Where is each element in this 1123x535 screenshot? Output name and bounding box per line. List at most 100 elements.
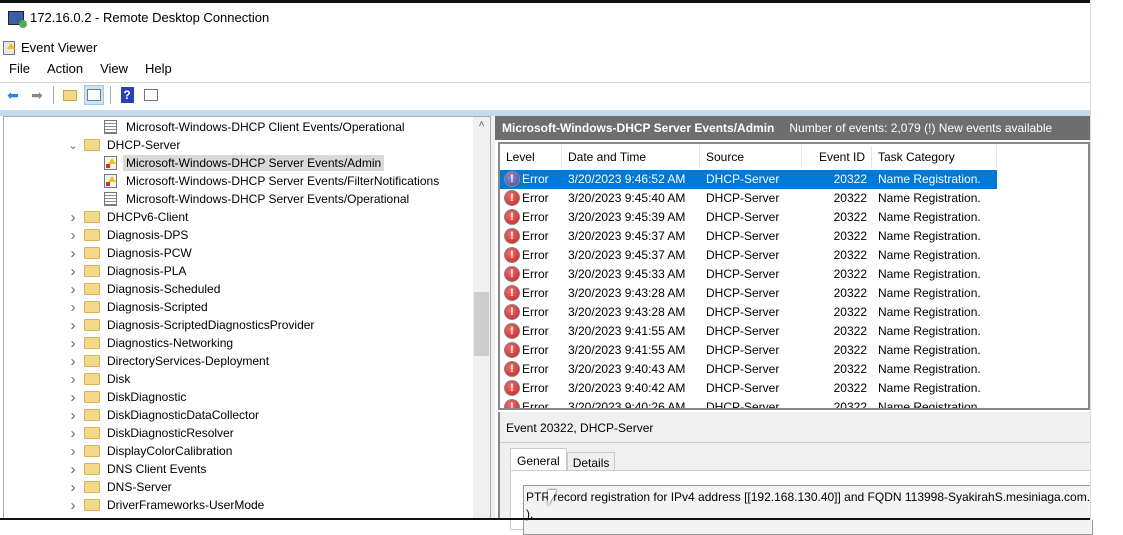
- event-description[interactable]: PTR record registration for IPv4 address…: [523, 485, 1093, 535]
- event-row[interactable]: ! Error 3/20/2023 9:45:40 AM DHCP-Server 203…: [500, 189, 997, 208]
- tree-item-label: Disk: [107, 372, 131, 386]
- tree-item[interactable]: Microsoft-Windows-DHCP Server Events/Adm…: [104, 154, 385, 172]
- event-date: 3/20/2023 9:46:52 AM: [568, 172, 686, 186]
- tree-item[interactable]: Microsoft-Windows-DHCP Client Events/Ope…: [104, 118, 408, 136]
- chevron-right-icon[interactable]: ›: [68, 281, 78, 298]
- event-id: 20322: [833, 267, 867, 281]
- column-header-task-category[interactable]: Task Category: [872, 146, 997, 168]
- event-task-category: Name Registration.: [878, 172, 981, 186]
- tree-item-label: Diagnosis-PLA: [107, 264, 187, 278]
- event-row[interactable]: ! Error 3/20/2023 9:43:28 AM DHCP-Server 203…: [500, 284, 997, 303]
- chevron-right-icon[interactable]: ›: [68, 389, 78, 406]
- pane-splitter[interactable]: [491, 116, 495, 520]
- event-level: Error: [522, 305, 549, 319]
- tree-item-label: DNS-Server: [107, 480, 172, 494]
- event-row[interactable]: ! Error 3/20/2023 9:40:43 AM DHCP-Server 203…: [500, 360, 997, 379]
- chevron-right-icon[interactable]: ›: [68, 443, 78, 460]
- tree-item-label: Diagnosis-ScriptedDiagnosticsProvider: [107, 318, 315, 332]
- tree-item[interactable]: › Diagnosis-Scheduled: [71, 280, 223, 298]
- divider: [0, 82, 1090, 83]
- tree-item[interactable]: › Diagnosis-PLA: [71, 262, 189, 280]
- scrollbar-thumb[interactable]: [474, 292, 489, 356]
- folder-icon: [84, 139, 100, 151]
- tree-item[interactable]: › DNS Client Events: [71, 460, 209, 478]
- chevron-right-icon[interactable]: ›: [68, 227, 78, 244]
- tree-item[interactable]: › Disk: [71, 370, 133, 388]
- tree-item[interactable]: › DisplayColorCalibration: [71, 442, 235, 460]
- event-row[interactable]: ! Error 3/20/2023 9:40:42 AM DHCP-Server 203…: [500, 379, 997, 398]
- event-id: 20322: [833, 210, 867, 224]
- chevron-right-icon[interactable]: ›: [68, 335, 78, 352]
- event-row[interactable]: ! Error 3/20/2023 9:41:55 AM DHCP-Server 203…: [500, 341, 997, 360]
- chevron-right-icon[interactable]: ›: [68, 317, 78, 334]
- chevron-right-icon[interactable]: ›: [68, 407, 78, 424]
- event-row[interactable]: ! Error 3/20/2023 9:45:33 AM DHCP-Server 203…: [500, 265, 997, 284]
- folder-icon: [84, 481, 100, 493]
- event-row[interactable]: ! Error 3/20/2023 9:40:26 AM DHCP-Server 203…: [500, 398, 997, 408]
- column-header-date[interactable]: Date and Time: [562, 146, 700, 168]
- chevron-right-icon[interactable]: ›: [68, 209, 78, 226]
- tree-item[interactable]: Microsoft-Windows-DHCP Server Events/Fil…: [104, 172, 442, 190]
- tree-item[interactable]: › DirectoryServices-Deployment: [71, 352, 272, 370]
- event-level: Error: [522, 286, 549, 300]
- chevron-right-icon[interactable]: ›: [68, 353, 78, 370]
- column-header-level[interactable]: Level: [500, 146, 562, 168]
- event-task-category: Name Registration.: [878, 210, 981, 224]
- chevron-right-icon[interactable]: ›: [68, 371, 78, 388]
- action-pane-icon[interactable]: [141, 85, 161, 105]
- tree-item[interactable]: › DNS-Server: [71, 478, 175, 496]
- event-row[interactable]: ! Error 3/20/2023 9:45:39 AM DHCP-Server 203…: [500, 208, 997, 227]
- event-id: 20322: [833, 191, 867, 205]
- folder-icon: [84, 211, 100, 223]
- chevron-right-icon[interactable]: ›: [68, 263, 78, 280]
- event-row[interactable]: ! Error 3/20/2023 9:45:37 AM DHCP-Server 203…: [500, 227, 997, 246]
- chevron-right-icon[interactable]: ›: [68, 245, 78, 262]
- tree-item-label: DNS Client Events: [107, 462, 207, 476]
- chevron-right-icon[interactable]: ›: [68, 497, 78, 514]
- menu-view[interactable]: View: [91, 61, 136, 76]
- tree-item[interactable]: ⌄ DHCP-Server: [68, 136, 183, 154]
- event-row[interactable]: ! Error 3/20/2023 9:46:52 AM DHCP-Server 203…: [500, 170, 997, 189]
- tree-item[interactable]: › Diagnosis-ScriptedDiagnosticsProvider: [71, 316, 317, 334]
- tree-item[interactable]: › DiskDiagnosticDataCollector: [71, 406, 262, 424]
- folder-icon: [84, 391, 100, 403]
- tree-item[interactable]: › Diagnosis-PCW: [71, 244, 195, 262]
- tree-item[interactable]: › DHCPv6-Client: [71, 208, 191, 226]
- tree-item[interactable]: › Diagnosis-Scripted: [71, 298, 211, 316]
- scroll-up-icon[interactable]: ˄: [473, 119, 490, 130]
- event-source: DHCP-Server: [706, 267, 780, 281]
- error-icon: !: [504, 190, 520, 206]
- up-folder-icon[interactable]: [60, 85, 80, 105]
- tree-item[interactable]: › DiskDiagnostic: [71, 388, 189, 406]
- chevron-right-icon[interactable]: ›: [68, 479, 78, 496]
- menu-action[interactable]: Action: [38, 61, 91, 76]
- tree-item[interactable]: › DiskDiagnosticResolver: [71, 424, 237, 442]
- event-row[interactable]: ! Error 3/20/2023 9:45:37 AM DHCP-Server 203…: [500, 246, 997, 265]
- event-task-category: Name Registration.: [878, 286, 981, 300]
- description-line: PTR record registration for IPv4 address…: [526, 490, 1093, 504]
- menu-help[interactable]: Help: [136, 61, 180, 76]
- column-header-event-id[interactable]: Event ID: [802, 146, 872, 168]
- chevron-down-icon[interactable]: ⌄: [68, 139, 78, 152]
- chevron-right-icon[interactable]: ›: [68, 461, 78, 478]
- console-tree-icon[interactable]: [84, 85, 104, 105]
- back-arrow-icon[interactable]: ⬅: [3, 85, 23, 105]
- tree-item[interactable]: › Diagnostics-Networking: [71, 334, 236, 352]
- column-header-source[interactable]: Source: [700, 146, 802, 168]
- error-icon: !: [504, 304, 520, 320]
- folder-icon: [84, 445, 100, 457]
- chevron-right-icon[interactable]: ›: [68, 425, 78, 442]
- folder-icon: [84, 229, 100, 241]
- tree-item[interactable]: Microsoft-Windows-DHCP Server Events/Ope…: [104, 190, 412, 208]
- forward-arrow-icon[interactable]: ➡: [27, 85, 47, 105]
- event-date: 3/20/2023 9:40:42 AM: [568, 381, 686, 395]
- menu-file[interactable]: File: [0, 61, 38, 76]
- chevron-right-icon[interactable]: ›: [68, 299, 78, 316]
- event-row[interactable]: ! Error 3/20/2023 9:41:55 AM DHCP-Server 203…: [500, 322, 997, 341]
- event-row[interactable]: ! Error 3/20/2023 9:43:28 AM DHCP-Server 203…: [500, 303, 997, 322]
- tree-item[interactable]: › Diagnosis-DPS: [71, 226, 191, 244]
- tree-item[interactable]: › DriverFrameworks-UserMode: [71, 496, 267, 514]
- tree-scrollbar[interactable]: ˄: [473, 117, 490, 520]
- tree-item-label: Diagnosis-PCW: [107, 246, 192, 260]
- help-icon[interactable]: ?: [117, 85, 137, 105]
